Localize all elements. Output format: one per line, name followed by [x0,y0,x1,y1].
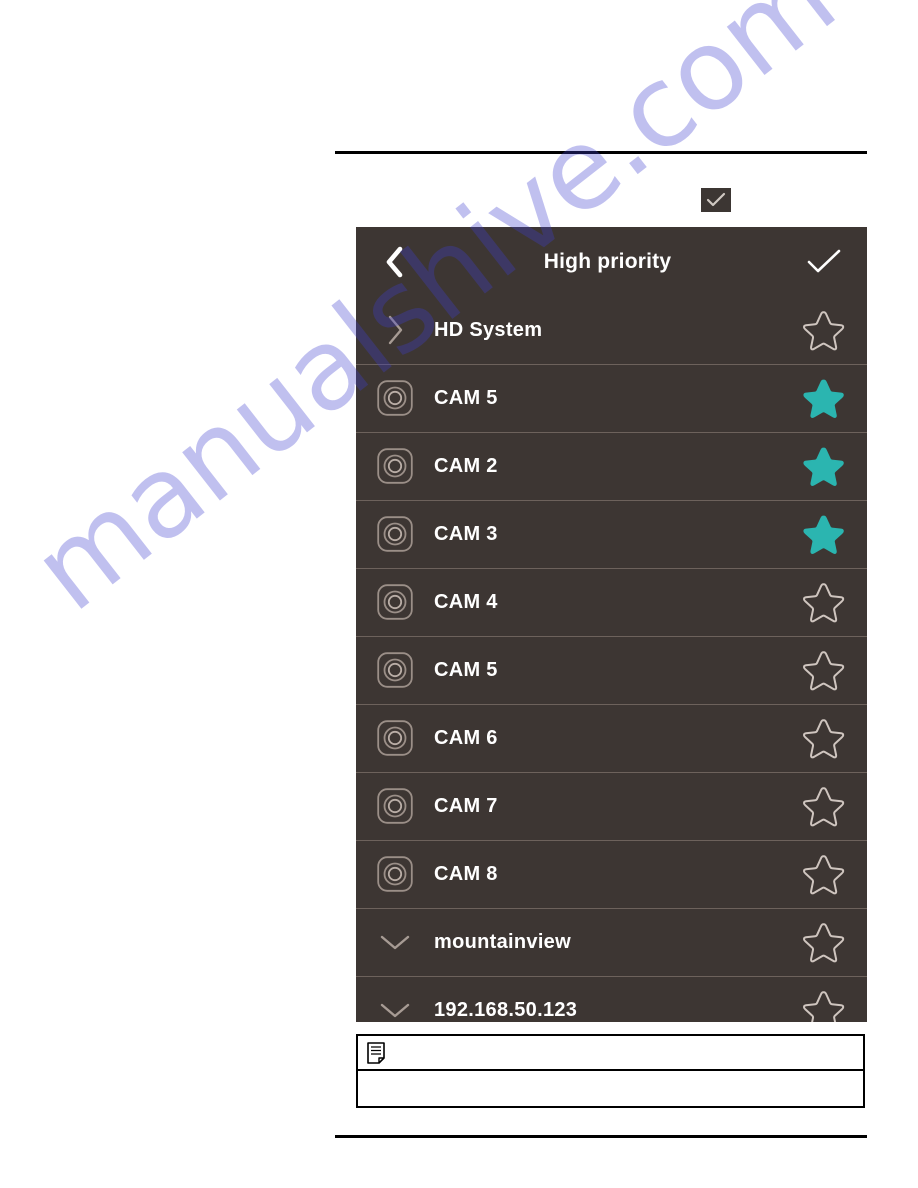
list-item[interactable]: CAM 7 [356,772,867,840]
top-horizontal-rule [335,151,867,154]
confirm-button[interactable] [781,227,867,296]
camera-toggle[interactable] [356,787,434,825]
camera-icon [376,583,414,621]
list-item-label: HD System [434,318,543,341]
star-outline-icon[interactable] [802,921,846,964]
star-outline-icon[interactable] [802,717,846,760]
camera-icon [376,787,414,825]
chevron-down-icon [376,929,414,955]
camera-icon [376,515,414,553]
camera-toggle[interactable] [356,651,434,689]
list-item[interactable]: CAM 2 [356,432,867,500]
camera-toggle[interactable] [356,583,434,621]
favorite-toggle[interactable] [781,581,867,624]
list-item-label: CAM 6 [434,726,498,749]
list-item[interactable]: CAM 6 [356,704,867,772]
star-outline-icon[interactable] [802,989,846,1022]
favorite-toggle[interactable] [781,377,867,420]
list-item[interactable]: CAM 5 [356,364,867,432]
camera-icon [376,379,414,417]
favorite-toggle[interactable] [781,717,867,760]
star-outline-icon[interactable] [802,581,846,624]
chevron-down-icon [376,997,414,1022]
star-outline-icon[interactable] [802,853,846,896]
list-item-label: CAM 5 [434,386,498,409]
list-item[interactable]: 192.168.50.123 [356,976,867,1022]
check-icon [706,192,726,208]
check-icon [805,247,843,277]
back-button[interactable] [356,227,434,296]
favorite-toggle[interactable] [781,921,867,964]
star-outline-icon[interactable] [802,785,846,828]
camera-toggle[interactable] [356,855,434,893]
list-item-label: CAM 4 [434,590,498,613]
camera-toggle[interactable] [356,719,434,757]
note-body-cell [358,1071,863,1106]
camera-toggle[interactable] [356,447,434,485]
star-outline-icon[interactable] [802,309,846,352]
bottom-horizontal-rule [335,1135,867,1138]
camera-icon [376,447,414,485]
favorite-toggle[interactable] [781,649,867,692]
group-expander[interactable] [356,997,434,1022]
list-item[interactable]: CAM 8 [356,840,867,908]
chevron-left-icon [382,245,408,279]
list-item-label: 192.168.50.123 [434,998,578,1021]
note-document-icon [366,1041,388,1065]
favorite-toggle[interactable] [781,513,867,556]
favorite-toggle[interactable] [781,785,867,828]
group-expander[interactable] [356,929,434,955]
list-item[interactable]: HD System [356,296,867,364]
list-item[interactable]: CAM 4 [356,568,867,636]
confirm-badge [701,188,731,212]
star-outline-icon[interactable] [802,649,846,692]
note-header-cell [358,1036,863,1071]
camera-icon [376,719,414,757]
list-item-label: CAM 5 [434,658,498,681]
favorite-toggle[interactable] [781,445,867,488]
list-item[interactable]: mountainview [356,908,867,976]
favorite-toggle[interactable] [781,853,867,896]
camera-toggle[interactable] [356,515,434,553]
favorite-toggle[interactable] [781,309,867,352]
camera-icon [376,855,414,893]
page-title: High priority [543,249,672,273]
star-filled-icon[interactable] [802,445,846,488]
star-filled-icon[interactable] [802,513,846,556]
list-item-label: CAM 7 [434,794,498,817]
note-table [356,1034,865,1108]
list-item-label: CAM 2 [434,454,498,477]
list-item-label: mountainview [434,930,571,953]
star-filled-icon[interactable] [802,377,846,420]
panel-header: High priority [356,227,867,296]
list-item[interactable]: CAM 3 [356,500,867,568]
device-list: HD System CAM 5 CAM 2 CAM 3 CAM 4 CAM 5 CAM 6 C… [356,296,867,1022]
favorite-toggle[interactable] [781,989,867,1022]
group-expander[interactable] [356,311,434,349]
camera-icon [376,651,414,689]
chevron-right-icon [382,311,408,349]
high-priority-panel: High priority HD System CAM 5 CAM 2 CAM 3 CA… [356,227,867,1022]
list-item-label: CAM 8 [434,862,498,885]
list-item[interactable]: CAM 5 [356,636,867,704]
camera-toggle[interactable] [356,379,434,417]
list-item-label: CAM 3 [434,522,498,545]
